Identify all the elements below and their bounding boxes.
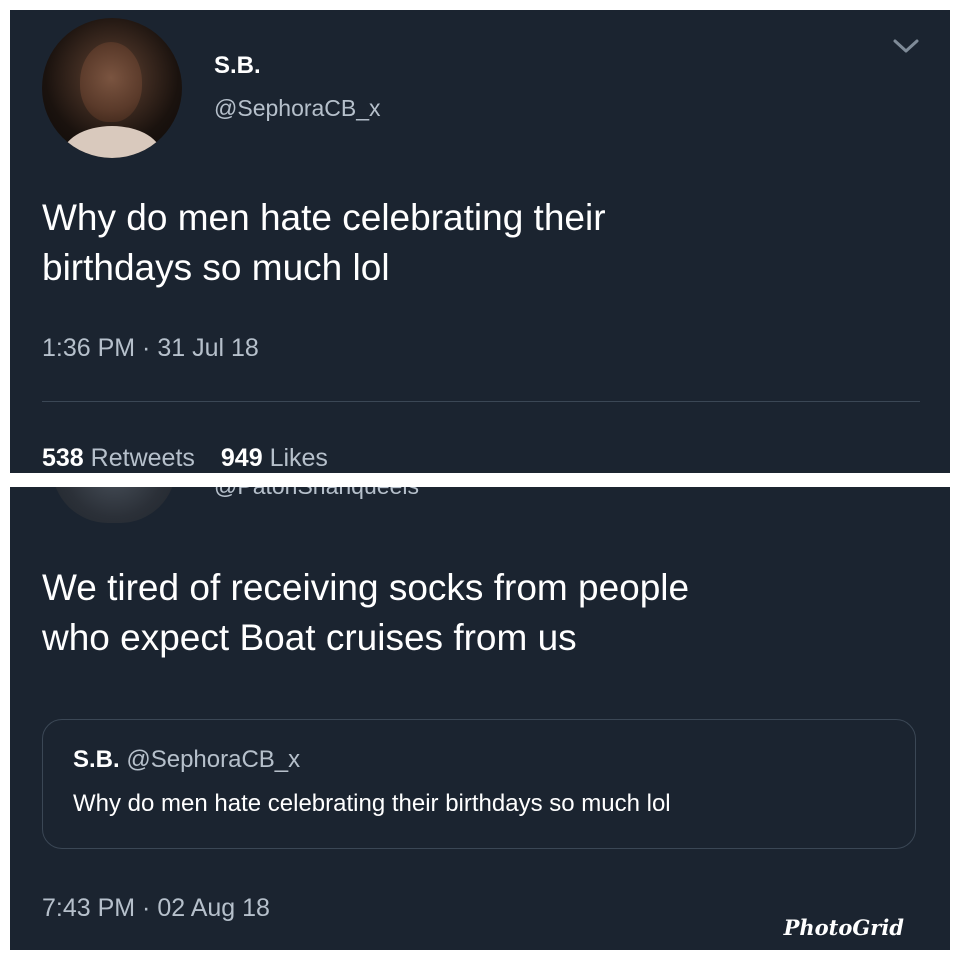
tweet-text-line: Why do men hate celebrating their [42,197,606,238]
quoted-tweet-card[interactable]: S.B. @SephoraCB_x Why do men hate celebr… [42,719,916,849]
likes-stat[interactable]: 949 Likes [221,444,328,472]
author-avatar[interactable] [52,487,176,523]
likes-count: 949 [220,444,263,472]
retweets-label: Retweets [90,444,195,472]
tweet-panel-reply: @PatonShanqueels We tired of receiving s… [10,487,950,950]
chevron-down-icon[interactable] [892,36,920,56]
tweet-timestamp[interactable]: 7:43 PM · 02 Aug 18 [42,894,270,923]
quoted-tweet-header: S.B. @SephoraCB_x [73,746,300,774]
author-name[interactable]: S.B. [214,52,261,80]
tweet-timestamp[interactable]: 1:36 PM · 31 Jul 18 [42,334,259,363]
quoted-tweet-text: Why do men hate celebrating their birthd… [73,790,671,817]
author-handle-cropped[interactable]: @PatonShanqueels [214,487,419,500]
tweet-stats: 538 Retweets 949 Likes [42,444,328,473]
tweet-text-line: We tired of receiving socks from people [42,567,690,608]
avatar-face [80,42,142,122]
likes-label: Likes [269,444,328,472]
photogrid-watermark: PhotoGrid [783,915,904,940]
tweet-panel-original: S.B. @SephoraCB_x Why do men hate celebr… [10,10,950,473]
quoted-author-handle: @SephoraCB_x [126,746,301,773]
author-handle[interactable]: @SephoraCB_x [214,95,381,122]
tweet-text-line: who expect Boat cruises from us [42,617,577,658]
retweets-count: 538 [42,444,84,472]
retweets-stat[interactable]: 538 Retweets [42,444,195,472]
divider [42,401,920,402]
author-avatar[interactable] [42,18,182,158]
tweet-text: We tired of receiving socks from people … [42,563,922,663]
tweet-text-line: birthdays so much lol [42,247,390,288]
avatar-shirt [62,126,162,158]
quoted-author-name: S.B. [73,746,120,773]
tweet-text: Why do men hate celebrating their birthd… [42,193,922,293]
